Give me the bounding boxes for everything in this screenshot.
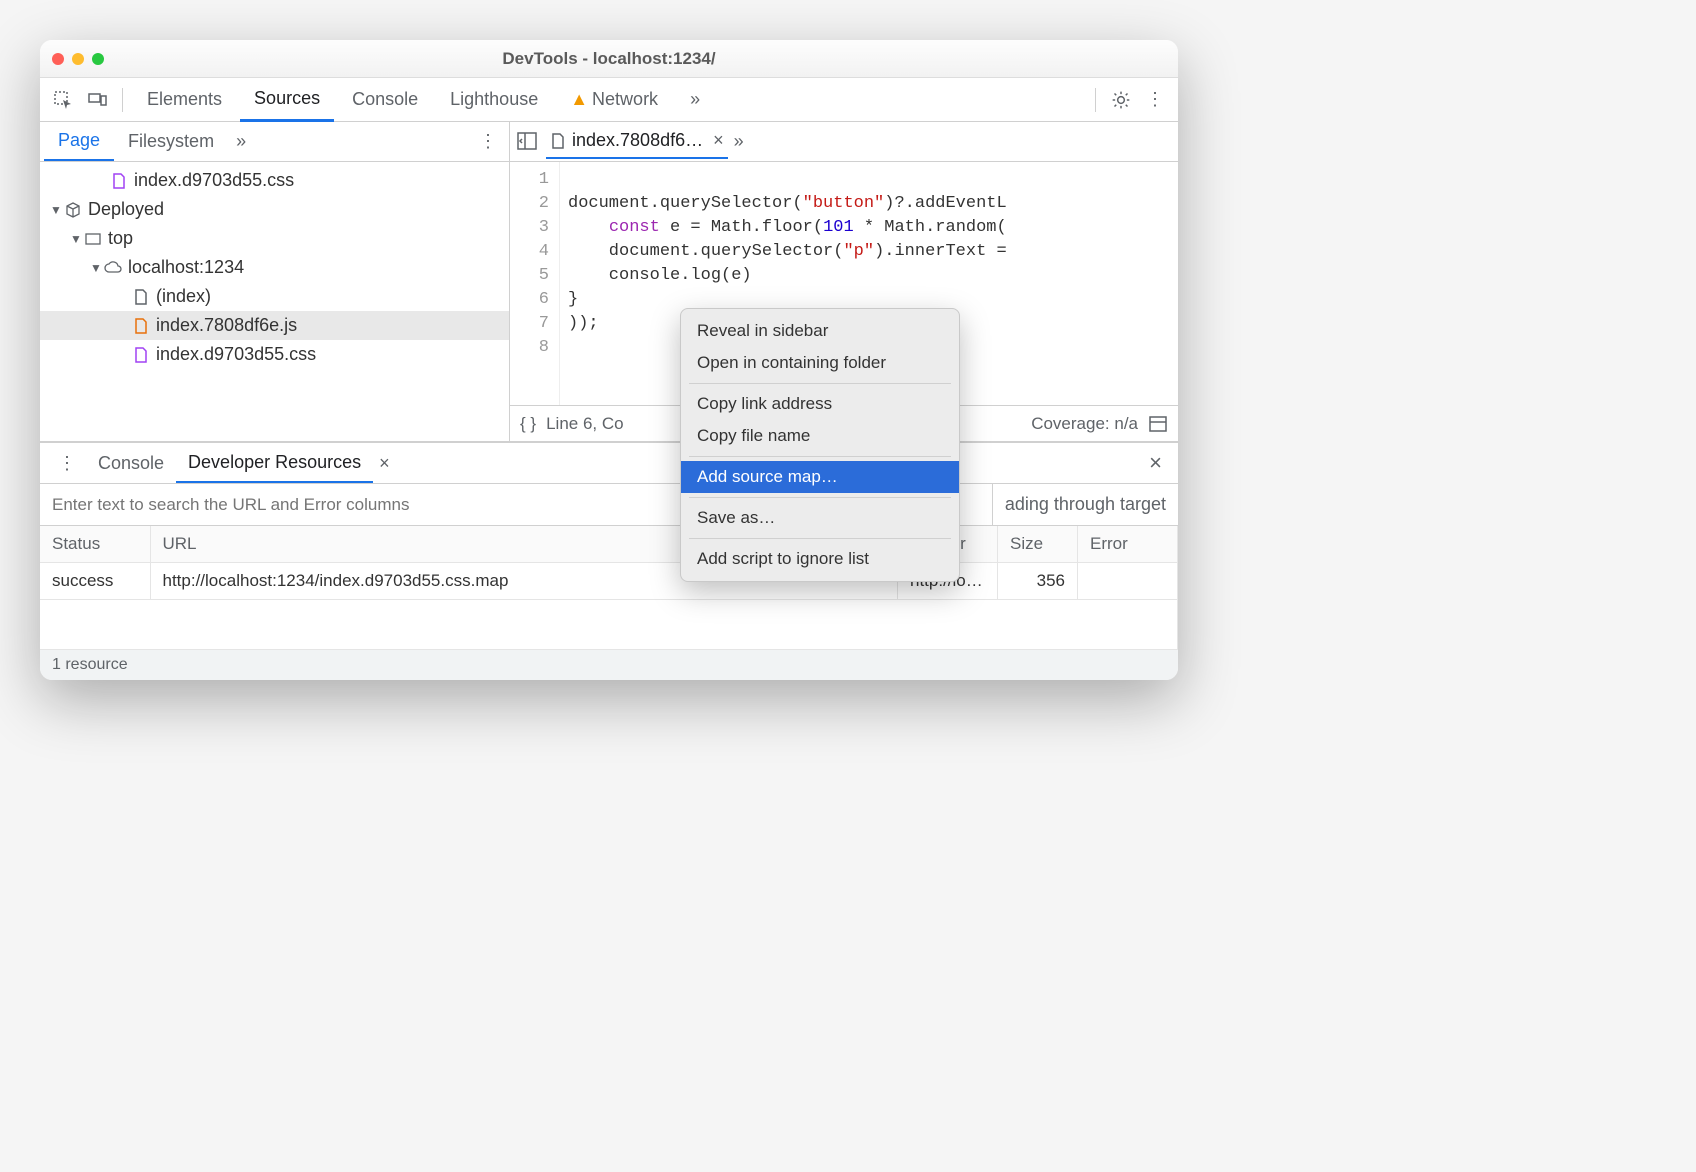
- navigator-tab-filesystem[interactable]: Filesystem: [114, 123, 228, 160]
- table-row[interactable]: success http://localhost:1234/index.d970…: [40, 563, 1178, 600]
- menu-copy-filename[interactable]: Copy file name: [681, 420, 959, 452]
- cube-icon: [64, 201, 82, 219]
- tree-item-css-root[interactable]: index.d9703d55.css: [40, 166, 509, 195]
- drawer-tabs: ⋮ Console Developer Resources × ×: [40, 443, 1178, 483]
- titlebar: DevTools - localhost:1234/: [40, 40, 1178, 78]
- expand-icon: ▼: [50, 203, 64, 217]
- frame-icon: [84, 230, 102, 248]
- tree-item-js[interactable]: index.7808df6e.js: [40, 311, 509, 340]
- tree-item-index[interactable]: (index): [40, 282, 509, 311]
- tree-item-deployed[interactable]: ▼ Deployed: [40, 195, 509, 224]
- resources-table: Status URL Initiator Size Error success …: [40, 526, 1178, 650]
- file-icon: [132, 346, 150, 364]
- main-panel: Page Filesystem » ⋮ index.d9703d55.css ▼…: [40, 122, 1178, 442]
- table-row: [40, 600, 1178, 650]
- devtools-window: DevTools - localhost:1234/ Elements Sour…: [40, 40, 1178, 680]
- settings-icon[interactable]: [1106, 85, 1136, 115]
- inspect-icon[interactable]: [48, 85, 78, 115]
- window-title: DevTools - localhost:1234/: [40, 49, 1178, 69]
- file-icon: [132, 317, 150, 335]
- navigator-pane: Page Filesystem » ⋮ index.d9703d55.css ▼…: [40, 122, 510, 441]
- file-icon: [550, 133, 566, 149]
- tree-item-top[interactable]: ▼ top: [40, 224, 509, 253]
- drawer-tab-console[interactable]: Console: [86, 445, 176, 482]
- close-tab-icon[interactable]: ×: [713, 130, 724, 151]
- loading-through-target-label: ading through target: [992, 484, 1178, 525]
- col-status[interactable]: Status: [40, 526, 150, 563]
- tab-sources[interactable]: Sources: [240, 78, 334, 122]
- file-icon: [110, 172, 128, 190]
- close-drawer-tab-icon[interactable]: ×: [379, 453, 390, 474]
- navigator-tabs-overflow[interactable]: »: [228, 131, 254, 152]
- navigator-menu-icon[interactable]: ⋮: [471, 131, 505, 152]
- navigator-tab-page[interactable]: Page: [44, 122, 114, 161]
- warning-icon: ▲: [570, 89, 588, 109]
- cloud-icon: [104, 259, 122, 277]
- expand-icon: ▼: [90, 261, 104, 275]
- kebab-menu-icon[interactable]: ⋮: [1140, 85, 1170, 115]
- main-toolbar: Elements Sources Console Lighthouse ▲Net…: [40, 78, 1178, 122]
- menu-add-source-map[interactable]: Add source map…: [681, 461, 959, 493]
- tab-elements[interactable]: Elements: [133, 79, 236, 120]
- toggle-sidebar-icon[interactable]: [1148, 414, 1168, 434]
- cursor-position: Line 6, Co: [546, 414, 624, 434]
- menu-reveal-sidebar[interactable]: Reveal in sidebar: [681, 315, 959, 347]
- tree-item-css[interactable]: index.d9703d55.css: [40, 340, 509, 369]
- close-drawer-icon[interactable]: ×: [1141, 450, 1170, 476]
- context-menu: Reveal in sidebar Open in containing fol…: [680, 308, 960, 582]
- device-icon[interactable]: [82, 85, 112, 115]
- file-tree: index.d9703d55.css ▼ Deployed ▼ top ▼ lo…: [40, 162, 509, 441]
- menu-add-ignore-list[interactable]: Add script to ignore list: [681, 543, 959, 575]
- editor-tabs: index.7808df6… × »: [510, 122, 1178, 162]
- navigator-tabs: Page Filesystem » ⋮: [40, 122, 509, 162]
- col-error[interactable]: Error: [1078, 526, 1178, 563]
- menu-save-as[interactable]: Save as…: [681, 502, 959, 534]
- col-size[interactable]: Size: [998, 526, 1078, 563]
- tab-console[interactable]: Console: [338, 79, 432, 120]
- coverage-status: Coverage: n/a: [1031, 414, 1138, 434]
- editor-tab-file[interactable]: index.7808df6… ×: [546, 124, 728, 159]
- cell-size: 356: [998, 563, 1078, 600]
- cell-error: [1078, 563, 1178, 600]
- editor-tabs-overflow[interactable]: »: [734, 131, 744, 152]
- tree-item-host[interactable]: ▼ localhost:1234: [40, 253, 509, 282]
- drawer-footer: 1 resource: [40, 650, 1178, 680]
- search-row: ading through target: [40, 483, 1178, 526]
- cell-status: success: [40, 563, 150, 600]
- tabs-overflow[interactable]: »: [676, 79, 714, 120]
- toggle-navigator-icon[interactable]: [516, 130, 540, 154]
- expand-icon: ▼: [70, 232, 84, 246]
- tab-network[interactable]: ▲Network: [556, 79, 672, 120]
- menu-open-folder[interactable]: Open in containing folder: [681, 347, 959, 379]
- file-icon: [132, 288, 150, 306]
- drawer: ⋮ Console Developer Resources × × ading …: [40, 442, 1178, 680]
- pretty-print-icon[interactable]: { }: [520, 414, 536, 434]
- menu-copy-link[interactable]: Copy link address: [681, 388, 959, 420]
- drawer-tab-devresources[interactable]: Developer Resources: [176, 444, 373, 483]
- tab-lighthouse[interactable]: Lighthouse: [436, 79, 552, 120]
- drawer-menu-icon[interactable]: ⋮: [48, 453, 86, 474]
- line-gutter: 1 2 3 4 5 6 7 8: [510, 162, 560, 405]
- table-header: Status URL Initiator Size Error: [40, 526, 1178, 563]
